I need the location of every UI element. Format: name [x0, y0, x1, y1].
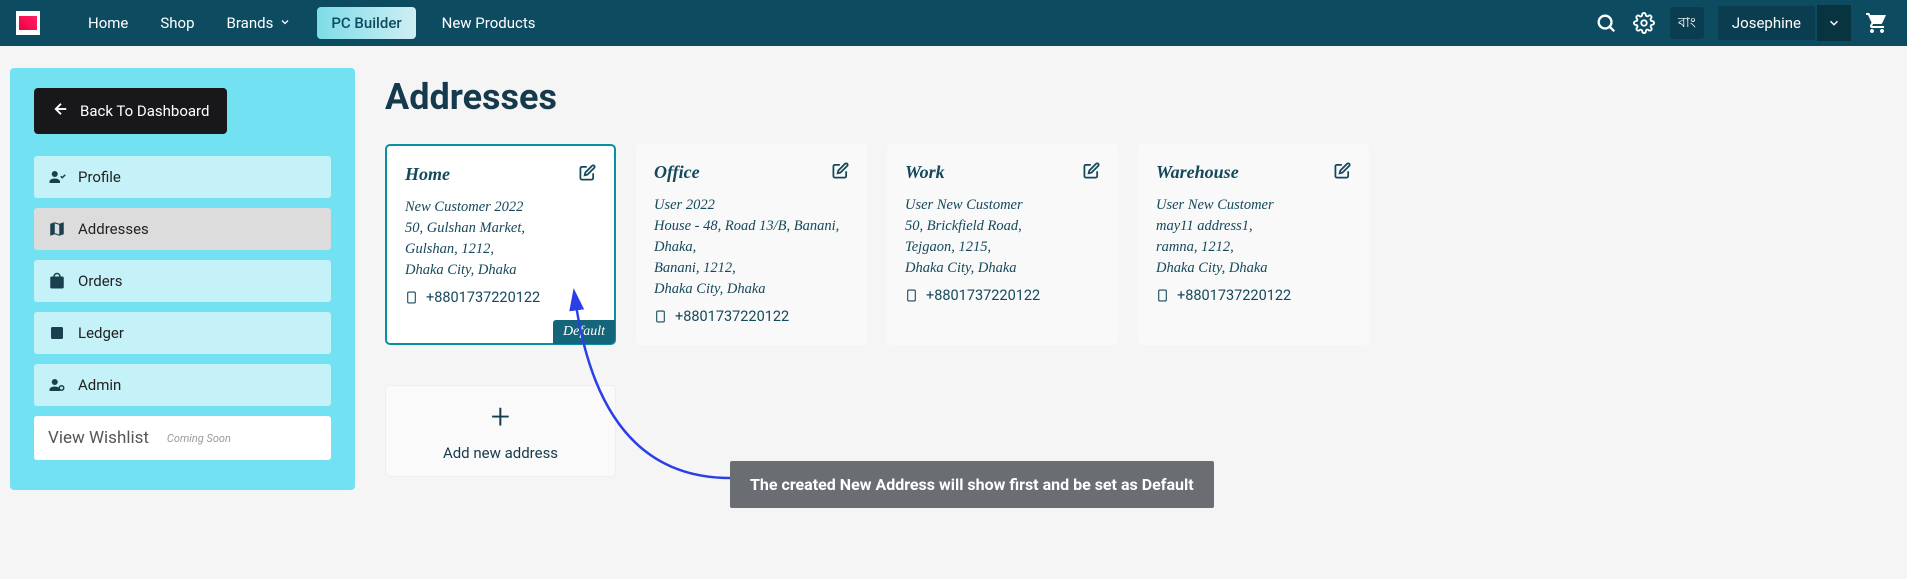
address-line: House - 48, Road 13/B, Banani, Dhaka, — [654, 216, 849, 258]
address-line: Banani, 1212, — [654, 258, 849, 279]
top-navbar: Home Shop Brands PC Builder New Products… — [0, 0, 1907, 46]
default-badge: Default — [553, 320, 615, 344]
plus-icon: + — [491, 400, 510, 434]
user-name: Josephine — [1718, 6, 1815, 40]
address-line: Dhaka City, Dhaka — [905, 258, 1100, 279]
language-toggle[interactable]: বাং — [1670, 7, 1704, 39]
back-to-dashboard-button[interactable]: Back To Dashboard — [34, 88, 227, 134]
address-line: New Customer 2022 — [405, 197, 596, 218]
address-line: ramna, 1212, — [1156, 237, 1351, 258]
user-menu-caret[interactable] — [1817, 5, 1851, 41]
address-card-title: Office — [654, 162, 700, 183]
address-line: User 2022 — [654, 195, 849, 216]
sidebar-item-addresses[interactable]: Addresses — [34, 208, 331, 250]
address-phone: +8801737220122 — [654, 308, 849, 325]
address-card: Office User 2022House - 48, Road 13/B, Ba… — [636, 144, 867, 345]
sidebar-item-orders[interactable]: Orders — [34, 260, 331, 302]
nav-home[interactable]: Home — [72, 0, 144, 46]
sidebar-item-profile[interactable]: Profile — [34, 156, 331, 198]
main-content: Addresses Home New Customer 202250, Gulsh… — [385, 68, 1907, 490]
address-line: Dhaka City, Dhaka — [405, 260, 596, 281]
phone-icon — [1156, 289, 1169, 302]
sidebar-item-wishlist[interactable]: View Wishlist Coming Soon — [34, 416, 331, 460]
map-icon — [48, 220, 66, 238]
edit-icon[interactable] — [832, 162, 849, 183]
admin-icon — [48, 376, 66, 394]
arrow-left-icon — [52, 100, 70, 122]
account-sidebar: Back To Dashboard Profile Addresses Orde… — [10, 68, 355, 490]
annotation-tooltip: The created New Address will show first … — [730, 461, 1214, 508]
nav-brands-label: Brands — [227, 14, 274, 32]
coming-soon-label: Coming Soon — [167, 432, 231, 445]
sidebar-item-label: Ledger — [78, 324, 124, 342]
address-line: Gulshan, 1212, — [405, 239, 596, 260]
brand-logo[interactable] — [16, 11, 40, 35]
nav-new-products[interactable]: New Products — [426, 0, 552, 46]
nav-pc-builder[interactable]: PC Builder — [317, 7, 415, 39]
sidebar-item-label: Orders — [78, 272, 123, 290]
phone-icon — [905, 289, 918, 302]
chevron-down-icon — [279, 14, 291, 32]
search-icon[interactable] — [1594, 11, 1618, 35]
phone-icon — [654, 310, 667, 323]
address-card: Work User New Customer50, Brickfield Road… — [887, 144, 1118, 345]
address-phone: +8801737220122 — [905, 287, 1100, 304]
user-icon — [48, 168, 66, 186]
add-new-address-button[interactable]: + Add new address — [385, 385, 616, 477]
page-title: Addresses — [385, 76, 1867, 118]
ledger-icon — [48, 324, 66, 342]
edit-icon[interactable] — [579, 164, 596, 185]
settings-icon[interactable] — [1632, 11, 1656, 35]
sidebar-item-label: Profile — [78, 168, 121, 186]
sidebar-item-admin[interactable]: Admin — [34, 364, 331, 406]
address-card: Home New Customer 202250, Gulshan Market,… — [385, 144, 616, 345]
cart-icon[interactable] — [1865, 11, 1889, 35]
nav-brands[interactable]: Brands — [211, 0, 308, 46]
edit-icon[interactable] — [1083, 162, 1100, 183]
address-line: 50, Brickfield Road, — [905, 216, 1100, 237]
phone-icon — [405, 291, 418, 304]
address-line: may11 address1, — [1156, 216, 1351, 237]
back-label: Back To Dashboard — [80, 102, 209, 120]
address-card-title: Warehouse — [1156, 162, 1239, 183]
wishlist-label: View Wishlist — [48, 428, 149, 448]
address-phone: +8801737220122 — [405, 289, 596, 306]
add-new-label: Add new address — [443, 444, 558, 462]
address-line: Tejgaon, 1215, — [905, 237, 1100, 258]
address-line: 50, Gulshan Market, — [405, 218, 596, 239]
sidebar-item-label: Admin — [78, 376, 121, 394]
address-card: Warehouse User New Customermay11 address1… — [1138, 144, 1369, 345]
address-card-title: Work — [905, 162, 945, 183]
nav-shop[interactable]: Shop — [144, 0, 210, 46]
user-menu[interactable]: Josephine — [1718, 5, 1851, 41]
address-line: Dhaka City, Dhaka — [654, 279, 849, 300]
address-line: Dhaka City, Dhaka — [1156, 258, 1351, 279]
address-cards-row: Home New Customer 202250, Gulshan Market,… — [385, 144, 1867, 345]
sidebar-item-ledger[interactable]: Ledger — [34, 312, 331, 354]
sidebar-item-label: Addresses — [78, 220, 149, 238]
edit-icon[interactable] — [1334, 162, 1351, 183]
address-line: User New Customer — [1156, 195, 1351, 216]
address-card-title: Home — [405, 164, 450, 185]
address-phone: +8801737220122 — [1156, 287, 1351, 304]
address-line: User New Customer — [905, 195, 1100, 216]
bag-icon — [48, 272, 66, 290]
